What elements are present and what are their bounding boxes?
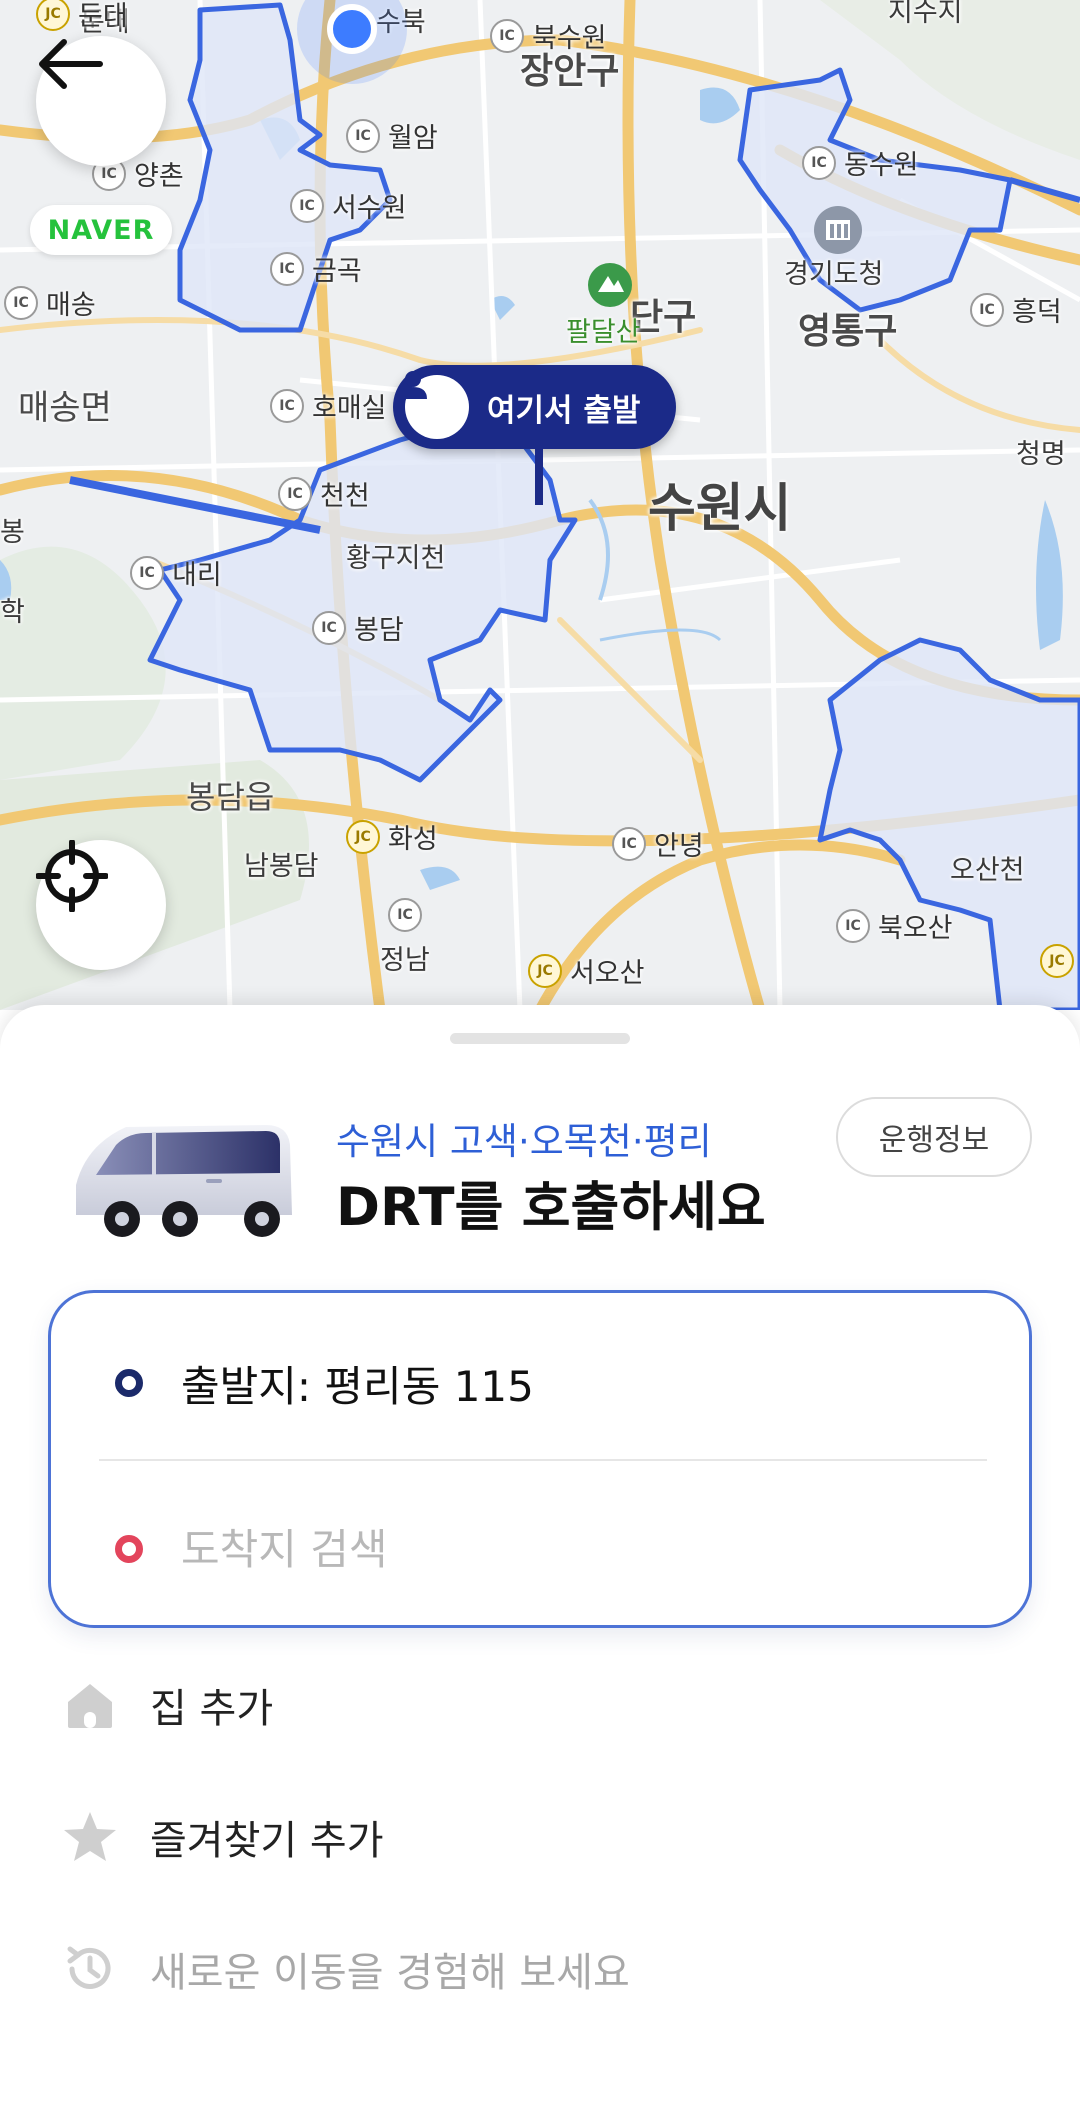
add-favorite-label: 즐겨찾기 추가 [150, 1818, 384, 1864]
destination-dot-icon [115, 1535, 143, 1563]
bottom-sheet: 수원시 고색·오목천·평리 DRT를 호출하세요 운행정보 출발지: 평리동 1… [0, 1005, 1080, 2105]
interchange-marker: JC [1040, 944, 1080, 978]
interchange-marker: IC 안녕 [612, 824, 704, 863]
interchange-marker: JC 화성 [346, 817, 438, 856]
map-label-mountain: 팔달산 [566, 317, 641, 348]
interchange-marker: IC 봉담 [312, 608, 404, 647]
history-hint-label: 새로운 이동을 경험해 보세요 [150, 1950, 630, 1996]
interchange-marker: IC 내리 [130, 553, 222, 592]
start-pin-stem [535, 447, 543, 505]
map-label-district: 매송면 [18, 388, 112, 428]
service-info-button[interactable]: 운행정보 [836, 1097, 1032, 1177]
interchange-marker: IC 호매실 [270, 386, 387, 425]
map-label-place: 학 [0, 597, 25, 628]
map-label-place: 남봉담 [244, 851, 319, 882]
interchange-marker: IC 금곡 [270, 249, 362, 288]
sheet-title: DRT를 호출하세요 [336, 1177, 766, 1238]
interchange-marker: IC 동수원 [802, 143, 919, 182]
origin-field[interactable]: 출발지: 평리동 115 [51, 1323, 1029, 1443]
map-label-district: 봉담읍 [186, 778, 275, 816]
interchange-marker: JC 둔대 [36, 0, 128, 33]
origin-dot-icon [115, 1369, 143, 1397]
add-home-label: 집 추가 [150, 1686, 274, 1732]
interchange-marker: IC 북수원 [490, 16, 607, 55]
start-pin-label: 여기서 출발 [487, 392, 641, 429]
map-label-place: 청명 [1016, 439, 1066, 470]
interchange-marker: IC [388, 898, 430, 932]
destination-field[interactable] [51, 1489, 1029, 1609]
van-icon [76, 1125, 292, 1237]
current-location-dot [327, 4, 377, 54]
map-label-place: 봉 [0, 517, 25, 548]
history-icon [60, 1939, 120, 1999]
map-label-place: 지수지 [888, 0, 963, 28]
interchange-marker: IC 북오산 [836, 906, 953, 945]
home-icon [60, 1675, 120, 1735]
add-home-item[interactable]: 집 추가 [60, 1665, 273, 1745]
interchange-marker: IC 서수원 [290, 186, 407, 225]
route-divider [99, 1459, 987, 1461]
back-button[interactable] [36, 36, 166, 166]
origin-value: 출발지: 평리동 115 [181, 1361, 534, 1411]
interchange-marker: IC 매송 [4, 283, 96, 322]
map-label-city: 수원시 [648, 479, 792, 539]
crosshair-icon [36, 840, 108, 912]
interchange-marker: IC 흥덕 [970, 290, 1062, 329]
recent-history-item[interactable]: 새로운 이동을 경험해 보세요 [60, 1929, 630, 2009]
add-favorite-item[interactable]: 즐겨찾기 추가 [60, 1797, 384, 1877]
current-location-button[interactable] [36, 840, 166, 970]
map-view[interactable]: 장안구 영통구 매송면 봉담읍 단구 수원시 팔달산 황구지천 오산천 경기도청… [0, 0, 1080, 1010]
route-input-card: 출발지: 평리동 115 [48, 1290, 1032, 1628]
map-label-stream: 오산천 [950, 855, 1025, 886]
interchange-marker: JC 서오산 [528, 951, 645, 990]
map-label-district: 영통구 [798, 311, 898, 352]
service-area-label: 수원시 고색·오목천·평리 [336, 1120, 712, 1163]
map-label-place: 수북 [376, 7, 426, 38]
map-label-place: 정남 [380, 945, 430, 976]
interchange-marker: IC 천천 [278, 474, 370, 513]
interchange-marker: IC 월암 [346, 116, 438, 155]
naver-logo: NAVER [30, 205, 172, 255]
sheet-grabber[interactable] [450, 1033, 630, 1044]
back-arrow-icon [39, 39, 103, 89]
start-location-pin[interactable]: 여기서 출발 [393, 365, 677, 449]
person-icon [399, 371, 469, 439]
map-label-place: 경기도청 [784, 259, 884, 290]
destination-search-input[interactable] [181, 1524, 881, 1574]
map-label-stream: 황구지천 [346, 543, 446, 574]
star-icon [60, 1807, 120, 1867]
